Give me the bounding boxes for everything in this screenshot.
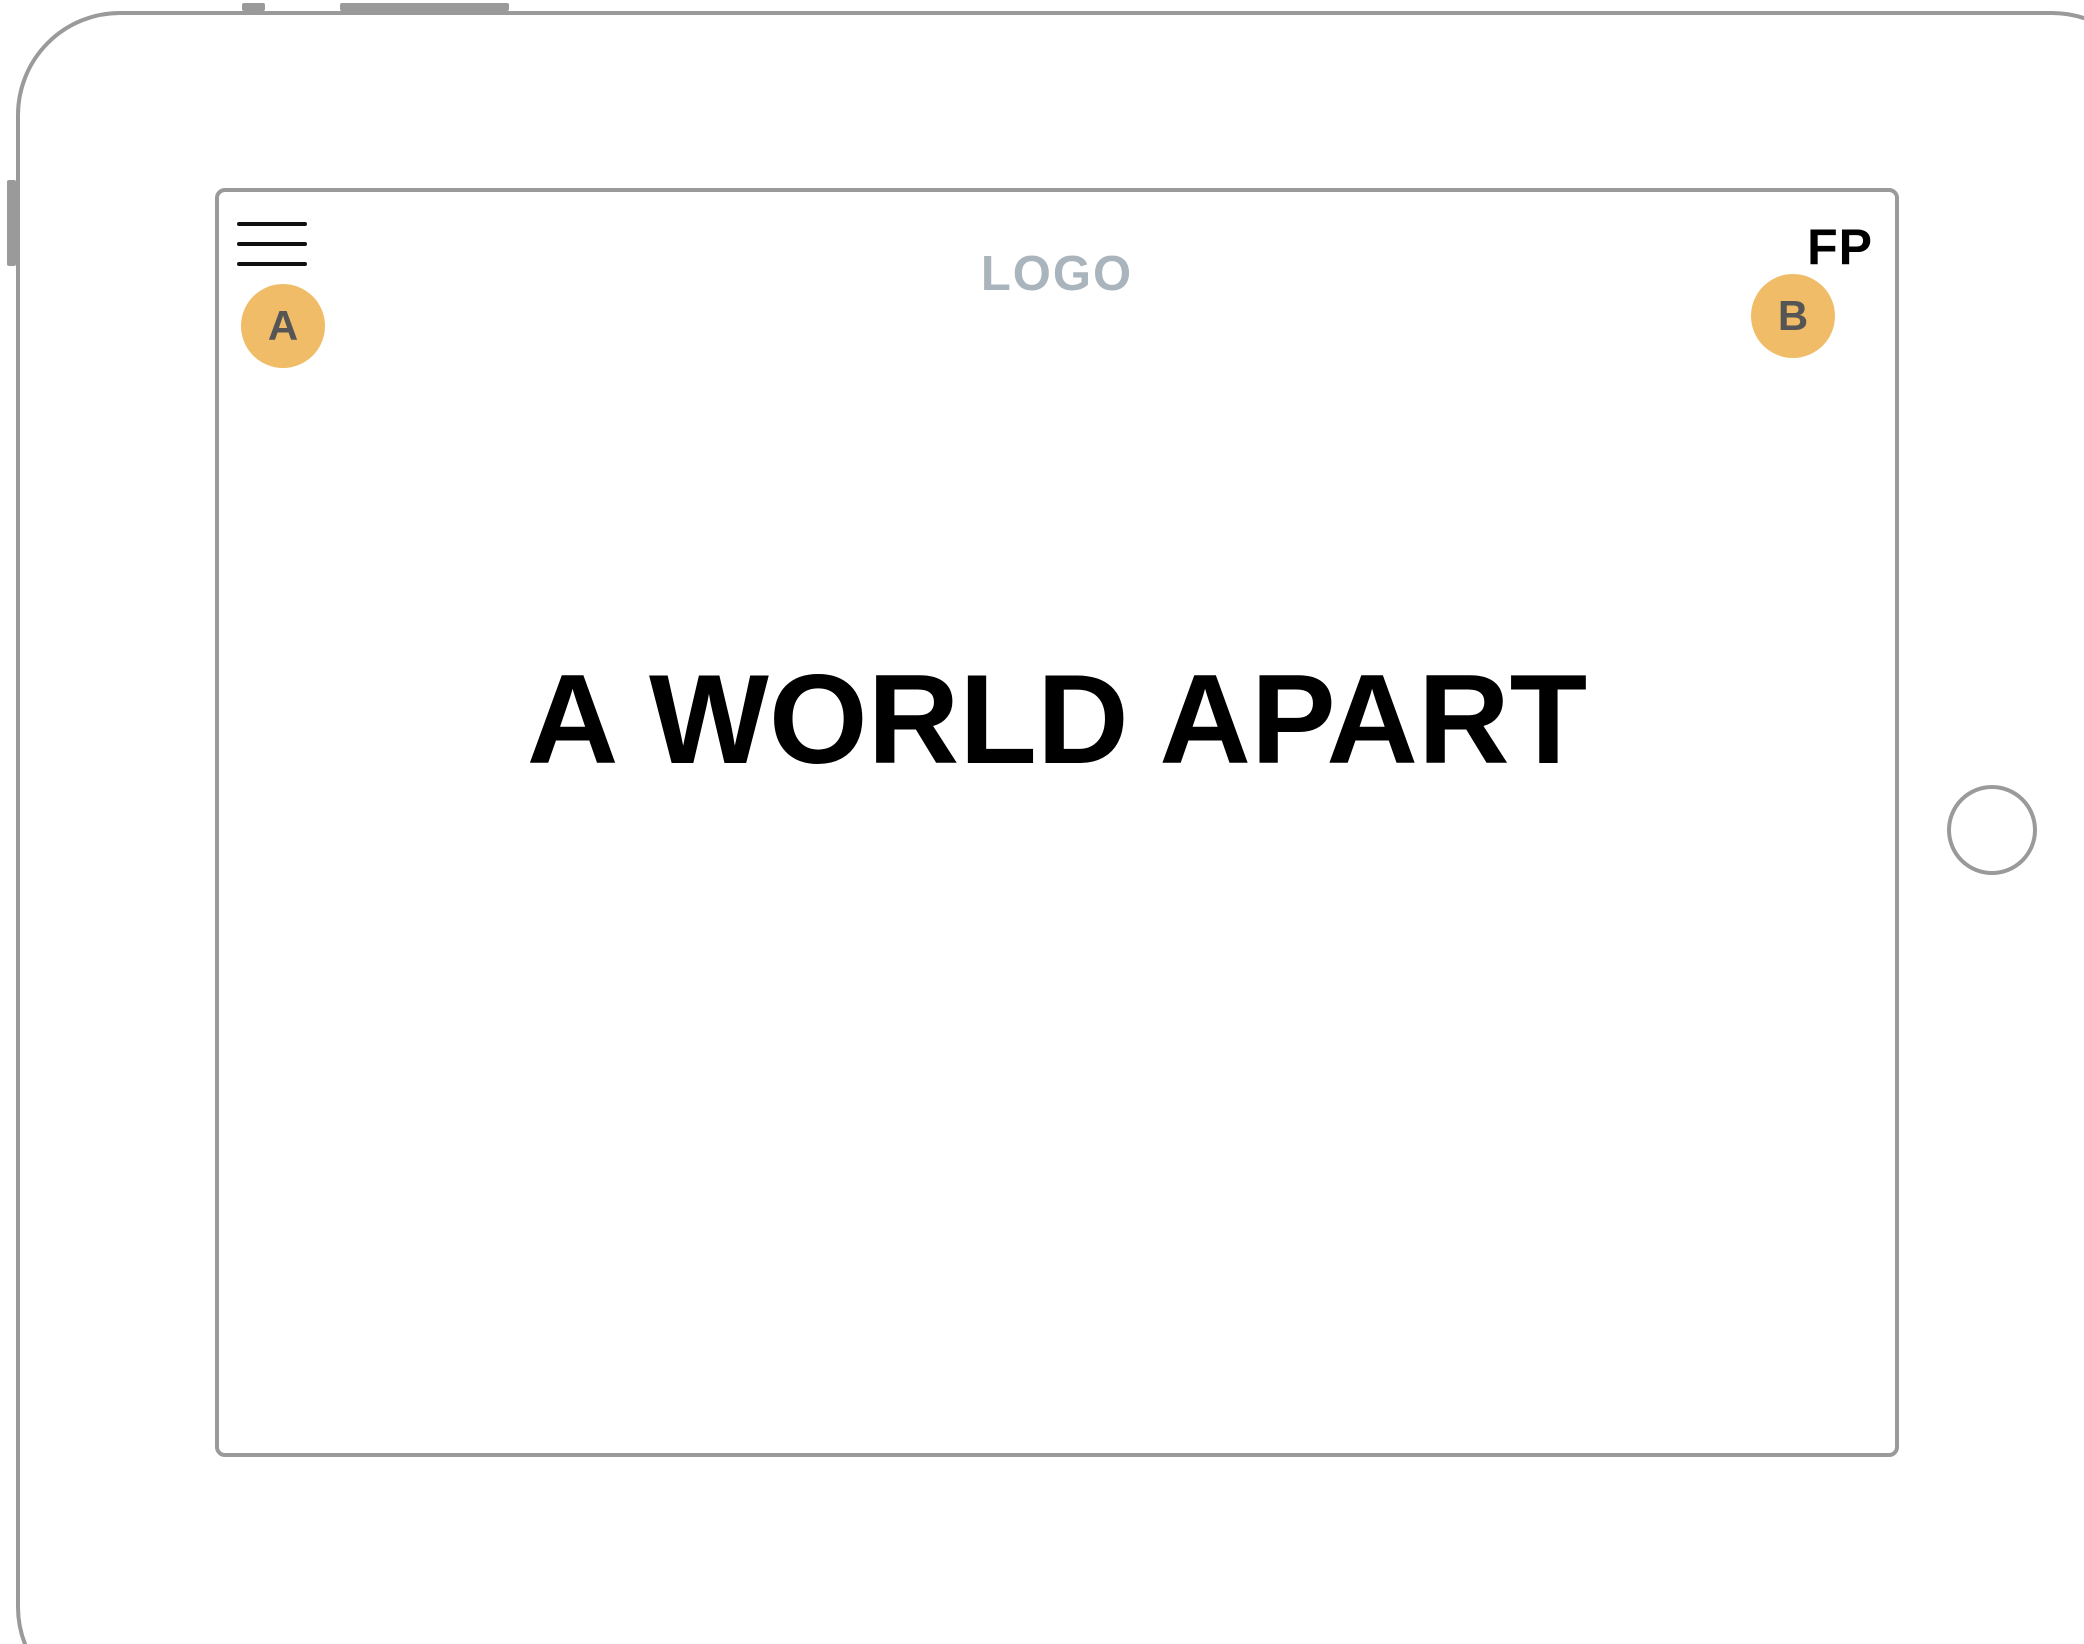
annotation-marker-a-label: A (267, 302, 299, 349)
device-side-button (7, 180, 16, 266)
menu-line-middle (237, 242, 307, 246)
tablet-wireframe-canvas: A LOGO FP B A WORLD APART (0, 0, 2084, 1644)
menu-line-top (237, 222, 307, 226)
hero-headline: A WORLD APART (526, 648, 1588, 790)
device-home-button[interactable] (1947, 785, 2037, 875)
annotation-marker-b-label: B (1777, 292, 1809, 339)
device-top-button-long (340, 3, 509, 11)
top-right-label: FP (1807, 219, 1873, 275)
tablet-screen: A LOGO FP B A WORLD APART (215, 188, 1899, 1457)
site-logo[interactable]: LOGO (219, 250, 1895, 299)
annotation-marker-b: B (1751, 274, 1835, 358)
device-top-button-small (242, 3, 265, 11)
